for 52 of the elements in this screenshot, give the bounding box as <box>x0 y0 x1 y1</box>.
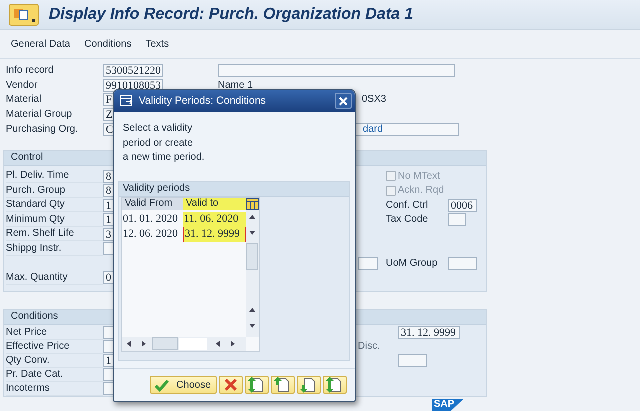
input-field[interactable]: 31. 12. 9999 <box>398 326 460 340</box>
input-field[interactable] <box>448 256 477 270</box>
checkmark-icon <box>154 378 169 392</box>
input-field[interactable]: 0006 <box>448 198 477 212</box>
toolbar-button[interactable]: General Data <box>10 38 72 50</box>
table-cell[interactable]: 12. 06. 2020 <box>122 226 183 242</box>
input-field[interactable] <box>218 64 455 77</box>
group-title: Validity periods <box>119 182 349 196</box>
column-header: Valid to <box>183 198 246 210</box>
checkbox: Ackn. Rqd <box>386 184 486 198</box>
dialog-title: Validity Periods: Conditions <box>139 95 268 107</box>
vendor-name: 0SX3 <box>362 94 386 106</box>
sap-logo: SAP <box>432 398 464 411</box>
field-label: Name 1 <box>218 80 254 91</box>
input-field[interactable] <box>398 354 427 368</box>
toolbar-button[interactable] <box>271 376 295 394</box>
document-down-icon <box>300 376 318 394</box>
column-header: Valid From <box>124 198 174 210</box>
field-label: Vendor <box>6 78 39 92</box>
toolbar-button[interactable]: Conditions <box>83 38 133 50</box>
window-title: Display Info Record: Purch. Organization Data 1 <box>49 6 414 24</box>
table-cell[interactable]: 31. 12. 9999 <box>183 226 246 242</box>
toolbar-button[interactable] <box>297 376 321 394</box>
input-field[interactable] <box>358 256 378 270</box>
choose-button[interactable]: Choose <box>150 376 217 394</box>
document-arrows-icon <box>248 376 266 394</box>
checkbox: No MText <box>386 170 486 183</box>
field-label: Disc. <box>358 340 382 354</box>
cancel-icon <box>222 376 240 394</box>
toolbar-button[interactable] <box>323 376 347 394</box>
window-icon <box>120 95 134 107</box>
table-cell[interactable]: 11. 06. 2020 <box>183 212 246 226</box>
document-arrows-icon <box>326 376 344 394</box>
table-cell[interactable]: 01. 01. 2020 <box>122 212 183 226</box>
field-label: Purchasing Org. <box>6 123 80 136</box>
field-label: Conf. Ctrl <box>386 198 430 212</box>
document-up-icon <box>274 376 292 394</box>
app-menu-icon <box>9 4 39 26</box>
toolbar-button[interactable] <box>245 376 269 394</box>
field-label: Material Group <box>6 108 74 122</box>
toolbar-button[interactable]: Texts <box>144 38 170 50</box>
input-field[interactable]: 5300521220 <box>103 64 163 77</box>
input-field[interactable]: dard <box>355 123 459 136</box>
field-label: UoM Group <box>386 256 439 270</box>
field-label: Info record <box>6 64 55 77</box>
input-field[interactable] <box>448 213 466 226</box>
field-label: Material <box>6 93 43 106</box>
column-settings-icon <box>246 198 259 210</box>
close-icon <box>338 96 349 106</box>
close-button[interactable] <box>335 93 352 109</box>
cancel-button[interactable] <box>219 376 243 394</box>
field-label: Tax Code <box>386 213 430 226</box>
